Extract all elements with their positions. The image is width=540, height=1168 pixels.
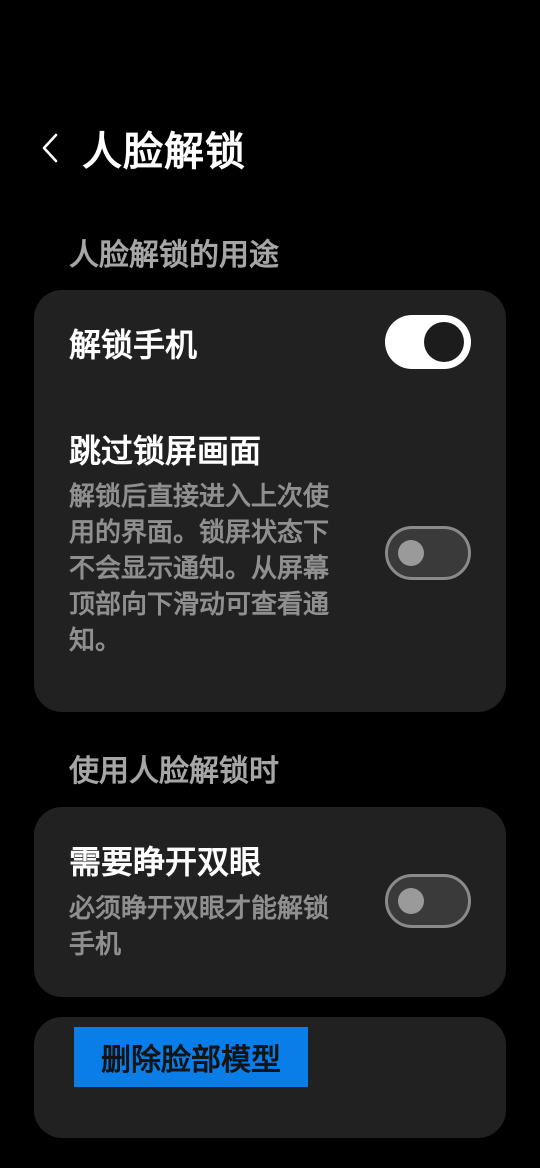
description-line: 顶部向下滑动可查看通 (69, 590, 330, 620)
require-eyes-open-toggle[interactable] (385, 874, 471, 928)
description-line: 不会显示通知。从屏幕 (69, 554, 330, 584)
usage-card: 解锁手机 跳过锁屏画面 解锁后直接进入上次使 用的界面。锁屏状态下 不会显示通知… (34, 290, 506, 712)
section-label-usage: 人脸解锁的用途 (69, 238, 279, 273)
delete-face-model-button[interactable]: 删除脸部模型 (74, 1027, 308, 1087)
skip-lock-screen-title: 跳过锁屏画面 (69, 432, 262, 470)
delete-model-card: 删除脸部模型 (34, 1017, 506, 1138)
skip-lock-screen-description: 解锁后直接进入上次使 用的界面。锁屏状态下 不会显示通知。从屏幕 顶部向下滑动可… (69, 479, 369, 659)
require-eyes-open-description: 必须睁开双眼才能解锁 手机 (69, 891, 369, 963)
description-line: 知。 (69, 626, 122, 656)
toggle-knob (398, 540, 424, 566)
toggle-knob (398, 888, 424, 914)
chevron-left-icon (42, 133, 58, 163)
description-line: 解锁后直接进入上次使 (69, 482, 330, 512)
page-title: 人脸解锁 (82, 129, 246, 175)
description-line: 手机 (69, 930, 122, 960)
unlock-phone-toggle[interactable] (385, 315, 471, 369)
require-eyes-open-title: 需要睁开双眼 (69, 843, 262, 881)
skip-lock-screen-toggle[interactable] (385, 526, 471, 580)
description-line: 必须睁开双眼才能解锁 (69, 894, 330, 924)
section-label-when-using: 使用人脸解锁时 (69, 754, 279, 789)
description-line: 用的界面。锁屏状态下 (69, 518, 330, 548)
unlock-phone-title: 解锁手机 (69, 326, 198, 364)
back-button[interactable] (30, 128, 70, 168)
when-using-card: 需要睁开双眼 必须睁开双眼才能解锁 手机 (34, 807, 506, 997)
toggle-knob (424, 322, 464, 362)
top-app-bar: 人脸解锁 (0, 118, 540, 186)
